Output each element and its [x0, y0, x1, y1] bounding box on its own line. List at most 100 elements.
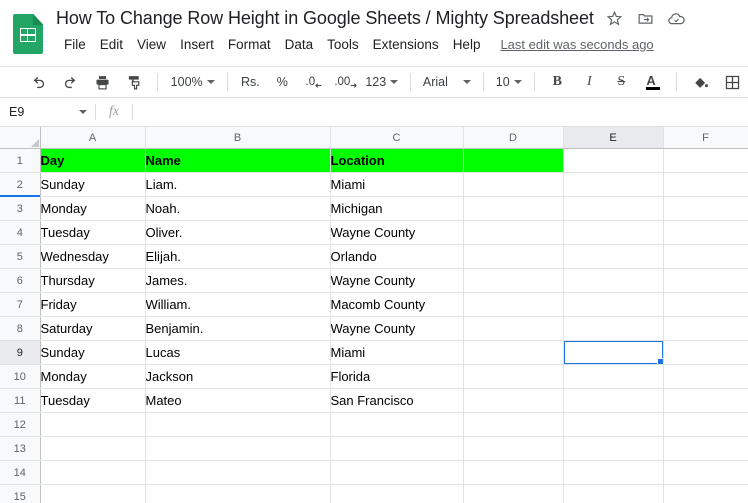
cell-B9[interactable]: Lucas	[145, 340, 331, 365]
cell-C4[interactable]: Wayne County	[330, 220, 464, 245]
menu-extensions[interactable]: Extensions	[366, 35, 446, 54]
cell-D11[interactable]	[463, 388, 564, 413]
menu-help[interactable]: Help	[446, 35, 488, 54]
cell-F10[interactable]	[663, 364, 748, 389]
cell-E4[interactable]	[563, 220, 664, 245]
fill-color-icon[interactable]	[684, 69, 716, 95]
percent-format-button[interactable]: %	[266, 69, 298, 95]
cell-F12[interactable]	[663, 412, 748, 437]
font-size-selector[interactable]: 10	[491, 72, 527, 92]
row-header-14[interactable]: 14	[0, 460, 41, 485]
cell-F9[interactable]	[663, 340, 748, 365]
cell-E15[interactable]	[563, 484, 664, 503]
cell-D15[interactable]	[463, 484, 564, 503]
cell-E6[interactable]	[563, 268, 664, 293]
italic-button[interactable]: I	[573, 69, 605, 95]
star-icon[interactable]	[605, 9, 625, 29]
cell-C14[interactable]	[330, 460, 464, 485]
menu-file[interactable]: File	[57, 35, 93, 54]
cell-E12[interactable]	[563, 412, 664, 437]
cell-A15[interactable]	[40, 484, 146, 503]
document-title[interactable]: How To Change Row Height in Google Sheet…	[56, 8, 594, 29]
column-header-d[interactable]: D	[463, 127, 564, 149]
cell-E8[interactable]	[563, 316, 664, 341]
cell-C5[interactable]: Orlando	[330, 244, 464, 269]
cell-C15[interactable]	[330, 484, 464, 503]
row-header-13[interactable]: 13	[0, 436, 41, 461]
cell-A5[interactable]: Wednesday	[40, 244, 146, 269]
cell-B12[interactable]	[145, 412, 331, 437]
cell-F4[interactable]	[663, 220, 748, 245]
cell-D1[interactable]	[463, 148, 564, 173]
cell-A8[interactable]: Saturday	[40, 316, 146, 341]
cell-B10[interactable]: Jackson	[145, 364, 331, 389]
row-header-1[interactable]: 1	[0, 148, 41, 173]
cell-E9[interactable]	[563, 340, 664, 365]
cell-F7[interactable]	[663, 292, 748, 317]
cell-C3[interactable]: Michigan	[330, 196, 464, 221]
row-header-7[interactable]: 7	[0, 292, 41, 317]
cell-A7[interactable]: Friday	[40, 292, 146, 317]
zoom-selector[interactable]: 100%	[165, 72, 220, 92]
cell-E14[interactable]	[563, 460, 664, 485]
row-header-15[interactable]: 15	[0, 484, 41, 503]
cell-A3[interactable]: Monday	[40, 196, 146, 221]
menu-data[interactable]: Data	[278, 35, 321, 54]
cell-A9[interactable]: Sunday	[40, 340, 146, 365]
cell-F5[interactable]	[663, 244, 748, 269]
cell-B7[interactable]: William.	[145, 292, 331, 317]
cell-F3[interactable]	[663, 196, 748, 221]
fill-handle[interactable]	[656, 358, 662, 364]
cell-F14[interactable]	[663, 460, 748, 485]
bold-button[interactable]: B	[541, 69, 573, 95]
cell-E10[interactable]	[563, 364, 664, 389]
cell-E5[interactable]	[563, 244, 664, 269]
cell-C2[interactable]: Miami	[330, 172, 464, 197]
cell-C10[interactable]: Florida	[330, 364, 464, 389]
cell-B11[interactable]: Mateo	[145, 388, 331, 413]
cell-D5[interactable]	[463, 244, 564, 269]
borders-icon[interactable]	[716, 69, 748, 95]
cell-F13[interactable]	[663, 436, 748, 461]
row-header-6[interactable]: 6	[0, 268, 41, 293]
paint-format-icon[interactable]	[118, 69, 150, 95]
row-header-9[interactable]: 9	[0, 340, 41, 365]
cell-A11[interactable]: Tuesday	[40, 388, 146, 413]
cell-F11[interactable]	[663, 388, 748, 413]
cell-A14[interactable]	[40, 460, 146, 485]
formula-input[interactable]	[133, 98, 748, 126]
cell-F8[interactable]	[663, 316, 748, 341]
cell-A2[interactable]: Sunday	[40, 172, 146, 197]
cell-B1[interactable]: Name	[145, 148, 331, 173]
cell-B5[interactable]: Elijah.	[145, 244, 331, 269]
cell-E7[interactable]	[563, 292, 664, 317]
row-header-8[interactable]: 8	[0, 316, 41, 341]
row-header-10[interactable]: 10	[0, 364, 41, 389]
cell-C8[interactable]: Wayne County	[330, 316, 464, 341]
cell-B3[interactable]: Noah.	[145, 196, 331, 221]
cell-D13[interactable]	[463, 436, 564, 461]
cell-D2[interactable]	[463, 172, 564, 197]
cell-B2[interactable]: Liam.	[145, 172, 331, 197]
row-header-4[interactable]: 4	[0, 220, 41, 245]
menu-format[interactable]: Format	[221, 35, 278, 54]
cell-C1[interactable]: Location	[330, 148, 464, 173]
cell-A13[interactable]	[40, 436, 146, 461]
name-box[interactable]: E9	[0, 98, 95, 126]
cell-C12[interactable]	[330, 412, 464, 437]
cell-B6[interactable]: James.	[145, 268, 331, 293]
cell-E11[interactable]	[563, 388, 664, 413]
sheets-logo-button[interactable]	[0, 0, 56, 54]
cell-A4[interactable]: Tuesday	[40, 220, 146, 245]
cell-D4[interactable]	[463, 220, 564, 245]
cell-C7[interactable]: Macomb County	[330, 292, 464, 317]
row-header-2[interactable]: 2	[0, 172, 41, 197]
column-header-e[interactable]: E	[563, 127, 664, 149]
increase-decimal-button[interactable]: .00	[330, 69, 362, 95]
cell-C6[interactable]: Wayne County	[330, 268, 464, 293]
cell-B4[interactable]: Oliver.	[145, 220, 331, 245]
cell-D8[interactable]	[463, 316, 564, 341]
move-to-folder-icon[interactable]	[636, 9, 656, 29]
strikethrough-button[interactable]: S	[605, 69, 637, 95]
menu-tools[interactable]: Tools	[320, 35, 366, 54]
